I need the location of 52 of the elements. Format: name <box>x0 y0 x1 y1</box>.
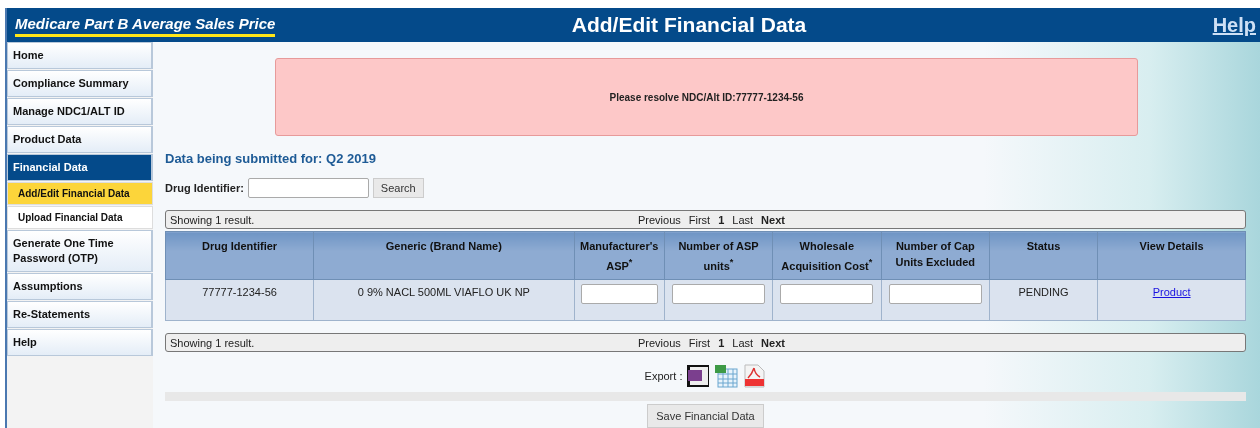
pager-link[interactable]: Last <box>732 213 754 226</box>
pager-link[interactable]: First <box>688 213 711 226</box>
save-button[interactable]: Save Financial Data <box>647 404 764 428</box>
search-button[interactable]: Search <box>372 178 424 198</box>
column-header: Number of ASP units$^{*}$ <box>664 231 773 280</box>
column-header: Number of Cap Units Excluded <box>881 231 990 280</box>
pager-link[interactable]: Previous <box>638 213 681 226</box>
pdf-file-icon[interactable] <box>742 364 767 388</box>
pager-link[interactable]: Next <box>761 213 785 226</box>
submission-heading: Data being submitted for: Q2 2019 <box>165 151 377 166</box>
sidebar-item[interactable]: Manage NDC1/ALT ID <box>7 98 153 125</box>
product-link[interactable]: Product <box>1152 286 1191 298</box>
sidebar-item[interactable]: Help <box>7 329 153 356</box>
alert-banner: Please resolve NDC/Alt ID:77777-1234-56 <box>275 58 1138 136</box>
column-header: Wholesale Acquisition Cost$^{*}$ <box>772 231 882 280</box>
column-header: View Details <box>1097 231 1246 280</box>
help-link[interactable]: Help <box>1212 13 1260 37</box>
table-cell: 0 9% NACL 500ML VIAFLO UK NP <box>313 279 574 321</box>
value-field[interactable] <box>580 284 658 304</box>
horizontal-scrollbar[interactable] <box>165 392 1246 401</box>
brand-title: Medicare Part B Average Sales Price <box>15 13 276 37</box>
sidebar-item[interactable]: Financial Data <box>7 154 153 181</box>
sidebar-item[interactable]: Product Data <box>7 126 153 153</box>
column-header: Drug Identifier <box>165 231 314 280</box>
drug-identifier-field[interactable] <box>247 178 369 198</box>
export-label: Export : <box>644 370 683 382</box>
value-field[interactable] <box>780 284 874 304</box>
table-cell: PENDING <box>989 279 1098 321</box>
sidebar-item[interactable]: Compliance Summary <box>7 70 153 97</box>
column-header: Manufacturer's ASP$^{*}$ <box>574 231 665 280</box>
pager-link[interactable]: First <box>688 336 711 349</box>
value-field[interactable] <box>672 284 765 304</box>
result-count: Showing 1 result. <box>170 213 256 226</box>
sidebar-item[interactable]: Home <box>7 42 153 69</box>
sidebar-item[interactable]: Generate One Time Password (OTP) <box>7 230 153 272</box>
sidebar-subitem[interactable]: Upload Financial Data <box>7 206 153 229</box>
column-header: Generic (Brand Name) <box>313 231 574 280</box>
field-label: Drug Identifier: <box>165 182 244 194</box>
pager-link[interactable]: 1 <box>718 213 725 226</box>
page-title: Add/Edit Financial Data <box>570 13 808 37</box>
value-field[interactable] <box>889 284 982 304</box>
column-header: Status <box>989 231 1098 280</box>
csv-file-icon[interactable] <box>686 364 711 388</box>
pager-link[interactable]: Last <box>732 336 754 349</box>
pager-link[interactable]: 1 <box>718 336 725 349</box>
pager-link[interactable]: Next <box>761 336 785 349</box>
result-count: Showing 1 result. <box>170 336 256 349</box>
pager-link[interactable]: Previous <box>638 336 681 349</box>
sidebar-subitem[interactable]: Add/Edit Financial Data <box>7 182 153 205</box>
sidebar-item[interactable]: Assumptions <box>7 273 153 300</box>
table-cell: 77777-1234-56 <box>165 279 314 321</box>
sidebar-item[interactable]: Re-Statements <box>7 301 153 328</box>
